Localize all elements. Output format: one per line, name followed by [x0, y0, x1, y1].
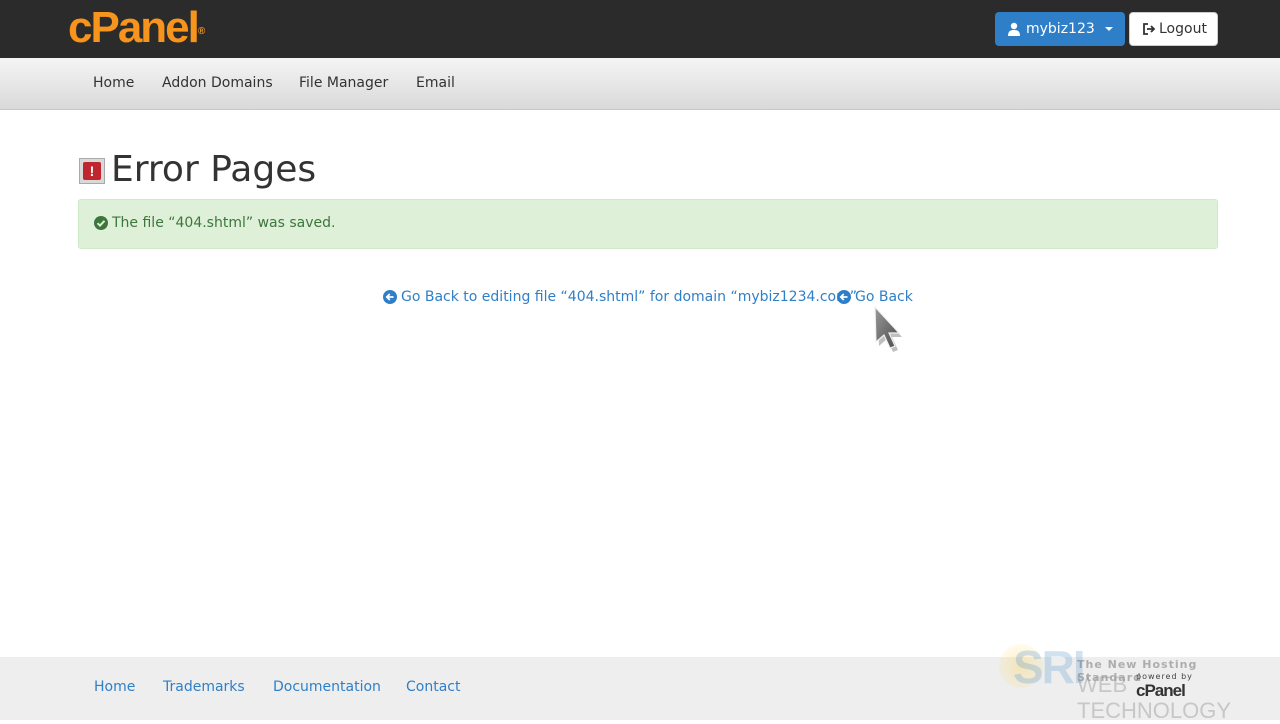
- cpanel-logo[interactable]: cPanel®: [68, 4, 205, 52]
- page-title: Error Pages: [111, 149, 317, 190]
- logo-text: cPanel: [68, 3, 200, 52]
- top-header: cPanel® mybiz123 Logout: [0, 0, 1280, 58]
- back-to-editing-link[interactable]: Go Back to editing file “404.shtml” for …: [383, 289, 857, 305]
- back-to-editing-label: Go Back to editing file “404.shtml” for …: [401, 289, 857, 305]
- powered-by-text: powered by: [1136, 672, 1193, 681]
- main-nav: Home Addon Domains File Manager Email: [0, 58, 1280, 110]
- nav-item-email[interactable]: Email: [416, 75, 455, 91]
- error-page-icon: !: [79, 158, 105, 184]
- username-label: mybiz123: [1026, 21, 1095, 37]
- logout-button[interactable]: Logout: [1129, 12, 1218, 46]
- mouse-cursor-icon: [874, 305, 902, 352]
- logout-label: Logout: [1159, 21, 1207, 37]
- sign-out-icon: [1143, 23, 1156, 35]
- sri-watermark: SRI The New Hosting Standard WEB TECHNOL…: [995, 628, 1255, 723]
- footer-link-trademarks[interactable]: Trademarks: [163, 679, 245, 695]
- success-alert: The file “404.shtml” was saved.: [78, 199, 1218, 249]
- logo-mark: ®: [197, 26, 206, 37]
- nav-item-addon-domains[interactable]: Addon Domains: [162, 75, 273, 91]
- powered-by-cpanel-logo: cPanel: [1136, 681, 1186, 700]
- footer-link-home[interactable]: Home: [94, 679, 135, 695]
- alert-message: The file “404.shtml” was saved.: [112, 215, 336, 231]
- user-icon: [1008, 22, 1020, 36]
- watermark-brand: SRI: [1013, 641, 1086, 693]
- arrow-circle-left-icon: [837, 290, 851, 304]
- footer-link-contact[interactable]: Contact: [406, 679, 460, 695]
- nav-item-home[interactable]: Home: [93, 75, 134, 91]
- go-back-label: Go Back: [855, 289, 913, 305]
- footer-link-documentation[interactable]: Documentation: [273, 679, 381, 695]
- caret-down-icon: [1105, 27, 1113, 31]
- go-back-link[interactable]: Go Back: [837, 289, 913, 305]
- check-circle-icon: [94, 216, 108, 230]
- user-menu-button[interactable]: mybiz123: [995, 12, 1125, 46]
- arrow-circle-left-icon: [383, 290, 397, 304]
- nav-item-file-manager[interactable]: File Manager: [299, 75, 388, 91]
